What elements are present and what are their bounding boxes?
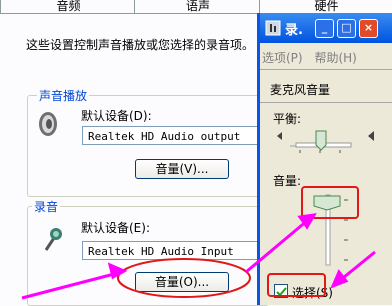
volume-slider-highlight xyxy=(301,186,359,219)
select-highlight xyxy=(267,273,326,297)
annotation-overlay xyxy=(21,186,376,300)
volume-button-highlight xyxy=(117,258,251,298)
annotation-arrows xyxy=(21,213,376,300)
sound-properties-dialog: 音频 语声 硬件 这些设置控制声音播放或您选择的录音项。 声音播放 默认设备(D… xyxy=(0,0,392,306)
